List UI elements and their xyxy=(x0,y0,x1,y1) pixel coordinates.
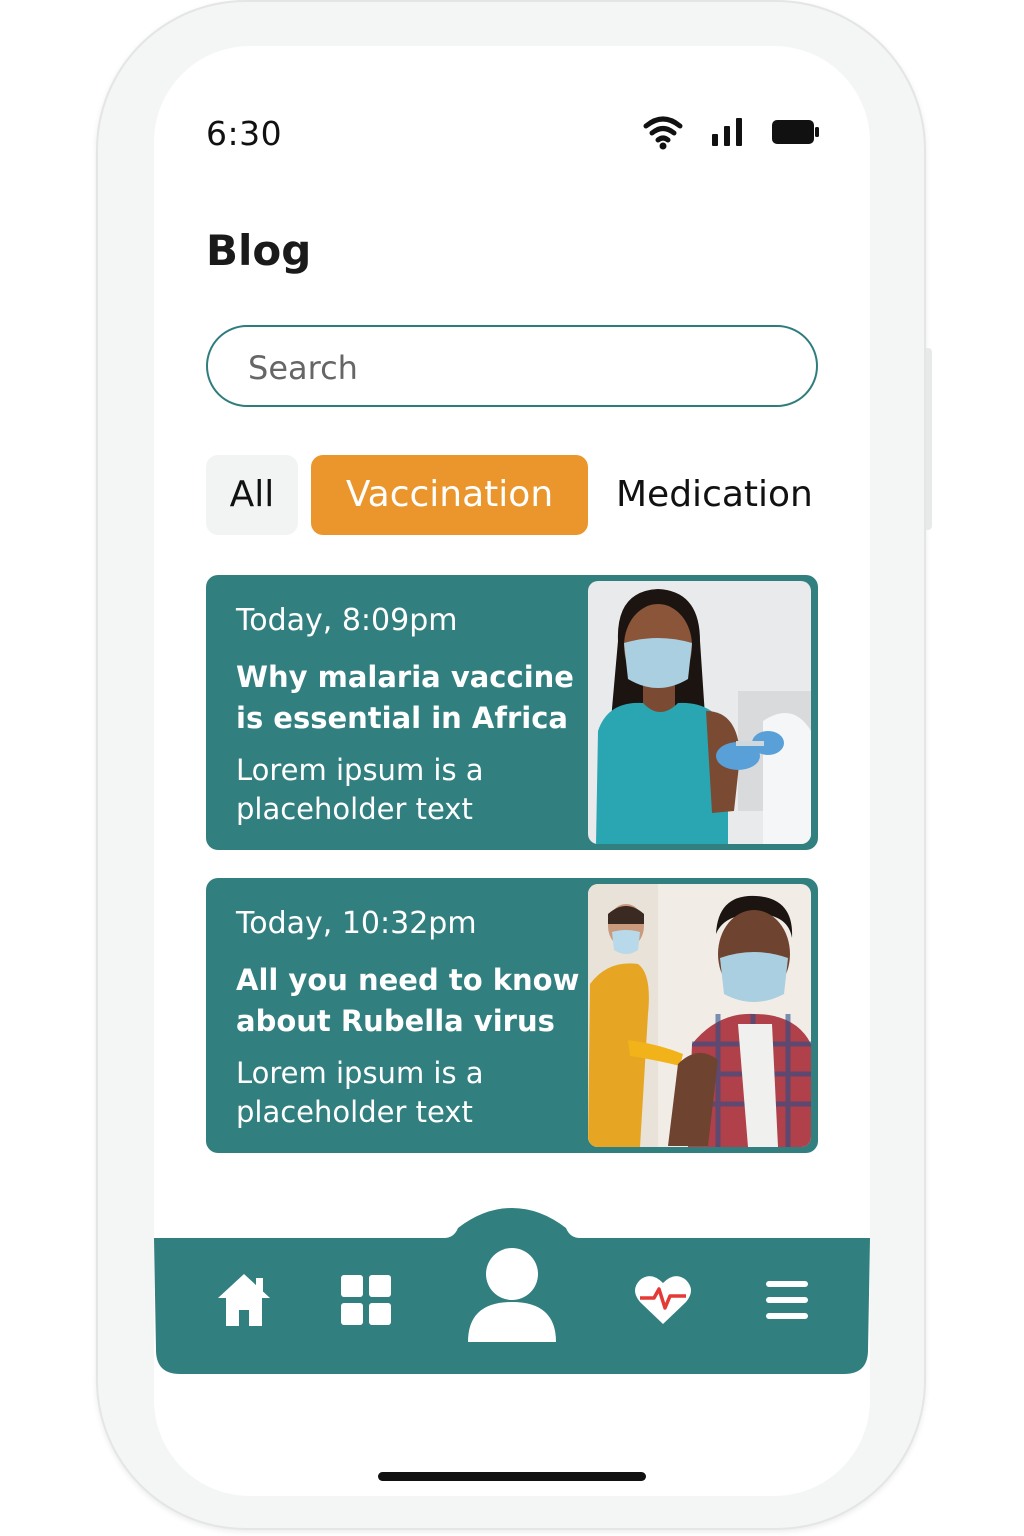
post-excerpt: Lorem ipsum is a placeholder text xyxy=(236,1056,484,1129)
blog-post-card[interactable]: Today, 8:09pm Why malaria vaccine is ess… xyxy=(206,575,818,850)
heart-pulse-icon[interactable] xyxy=(634,1272,692,1326)
woman-receiving-vaccine-photo xyxy=(588,581,811,844)
search-box[interactable] xyxy=(206,325,818,407)
page-title: Blog xyxy=(206,226,312,275)
phone-side-button xyxy=(926,348,932,530)
home-indicator xyxy=(378,1472,646,1481)
tab-medication[interactable]: Medication xyxy=(606,455,836,535)
menu-icon[interactable] xyxy=(766,1280,808,1320)
post-title: All you need to know about Rubella virus xyxy=(236,963,580,1038)
battery-icon xyxy=(772,120,819,144)
home-icon[interactable] xyxy=(214,1270,274,1328)
wifi-icon xyxy=(643,116,683,150)
profile-icon[interactable] xyxy=(466,1246,558,1344)
status-time: 6:30 xyxy=(206,114,283,153)
post-date: Today, 10:32pm xyxy=(236,906,477,941)
post-excerpt: Lorem ipsum is a placeholder text xyxy=(236,753,484,826)
tab-all[interactable]: All xyxy=(206,455,298,535)
tab-vaccination[interactable]: Vaccination xyxy=(311,455,588,535)
post-date: Today, 8:09pm xyxy=(236,603,458,638)
search-input[interactable] xyxy=(246,343,790,393)
man-receiving-vaccine-photo xyxy=(588,884,811,1147)
post-title: Why malaria vaccine is essential in Afri… xyxy=(236,660,574,735)
blog-post-card[interactable]: Today, 10:32pm All you need to know abou… xyxy=(206,878,818,1153)
grid-icon[interactable] xyxy=(340,1274,392,1326)
signal-icon xyxy=(712,118,742,146)
status-icons xyxy=(643,116,819,150)
